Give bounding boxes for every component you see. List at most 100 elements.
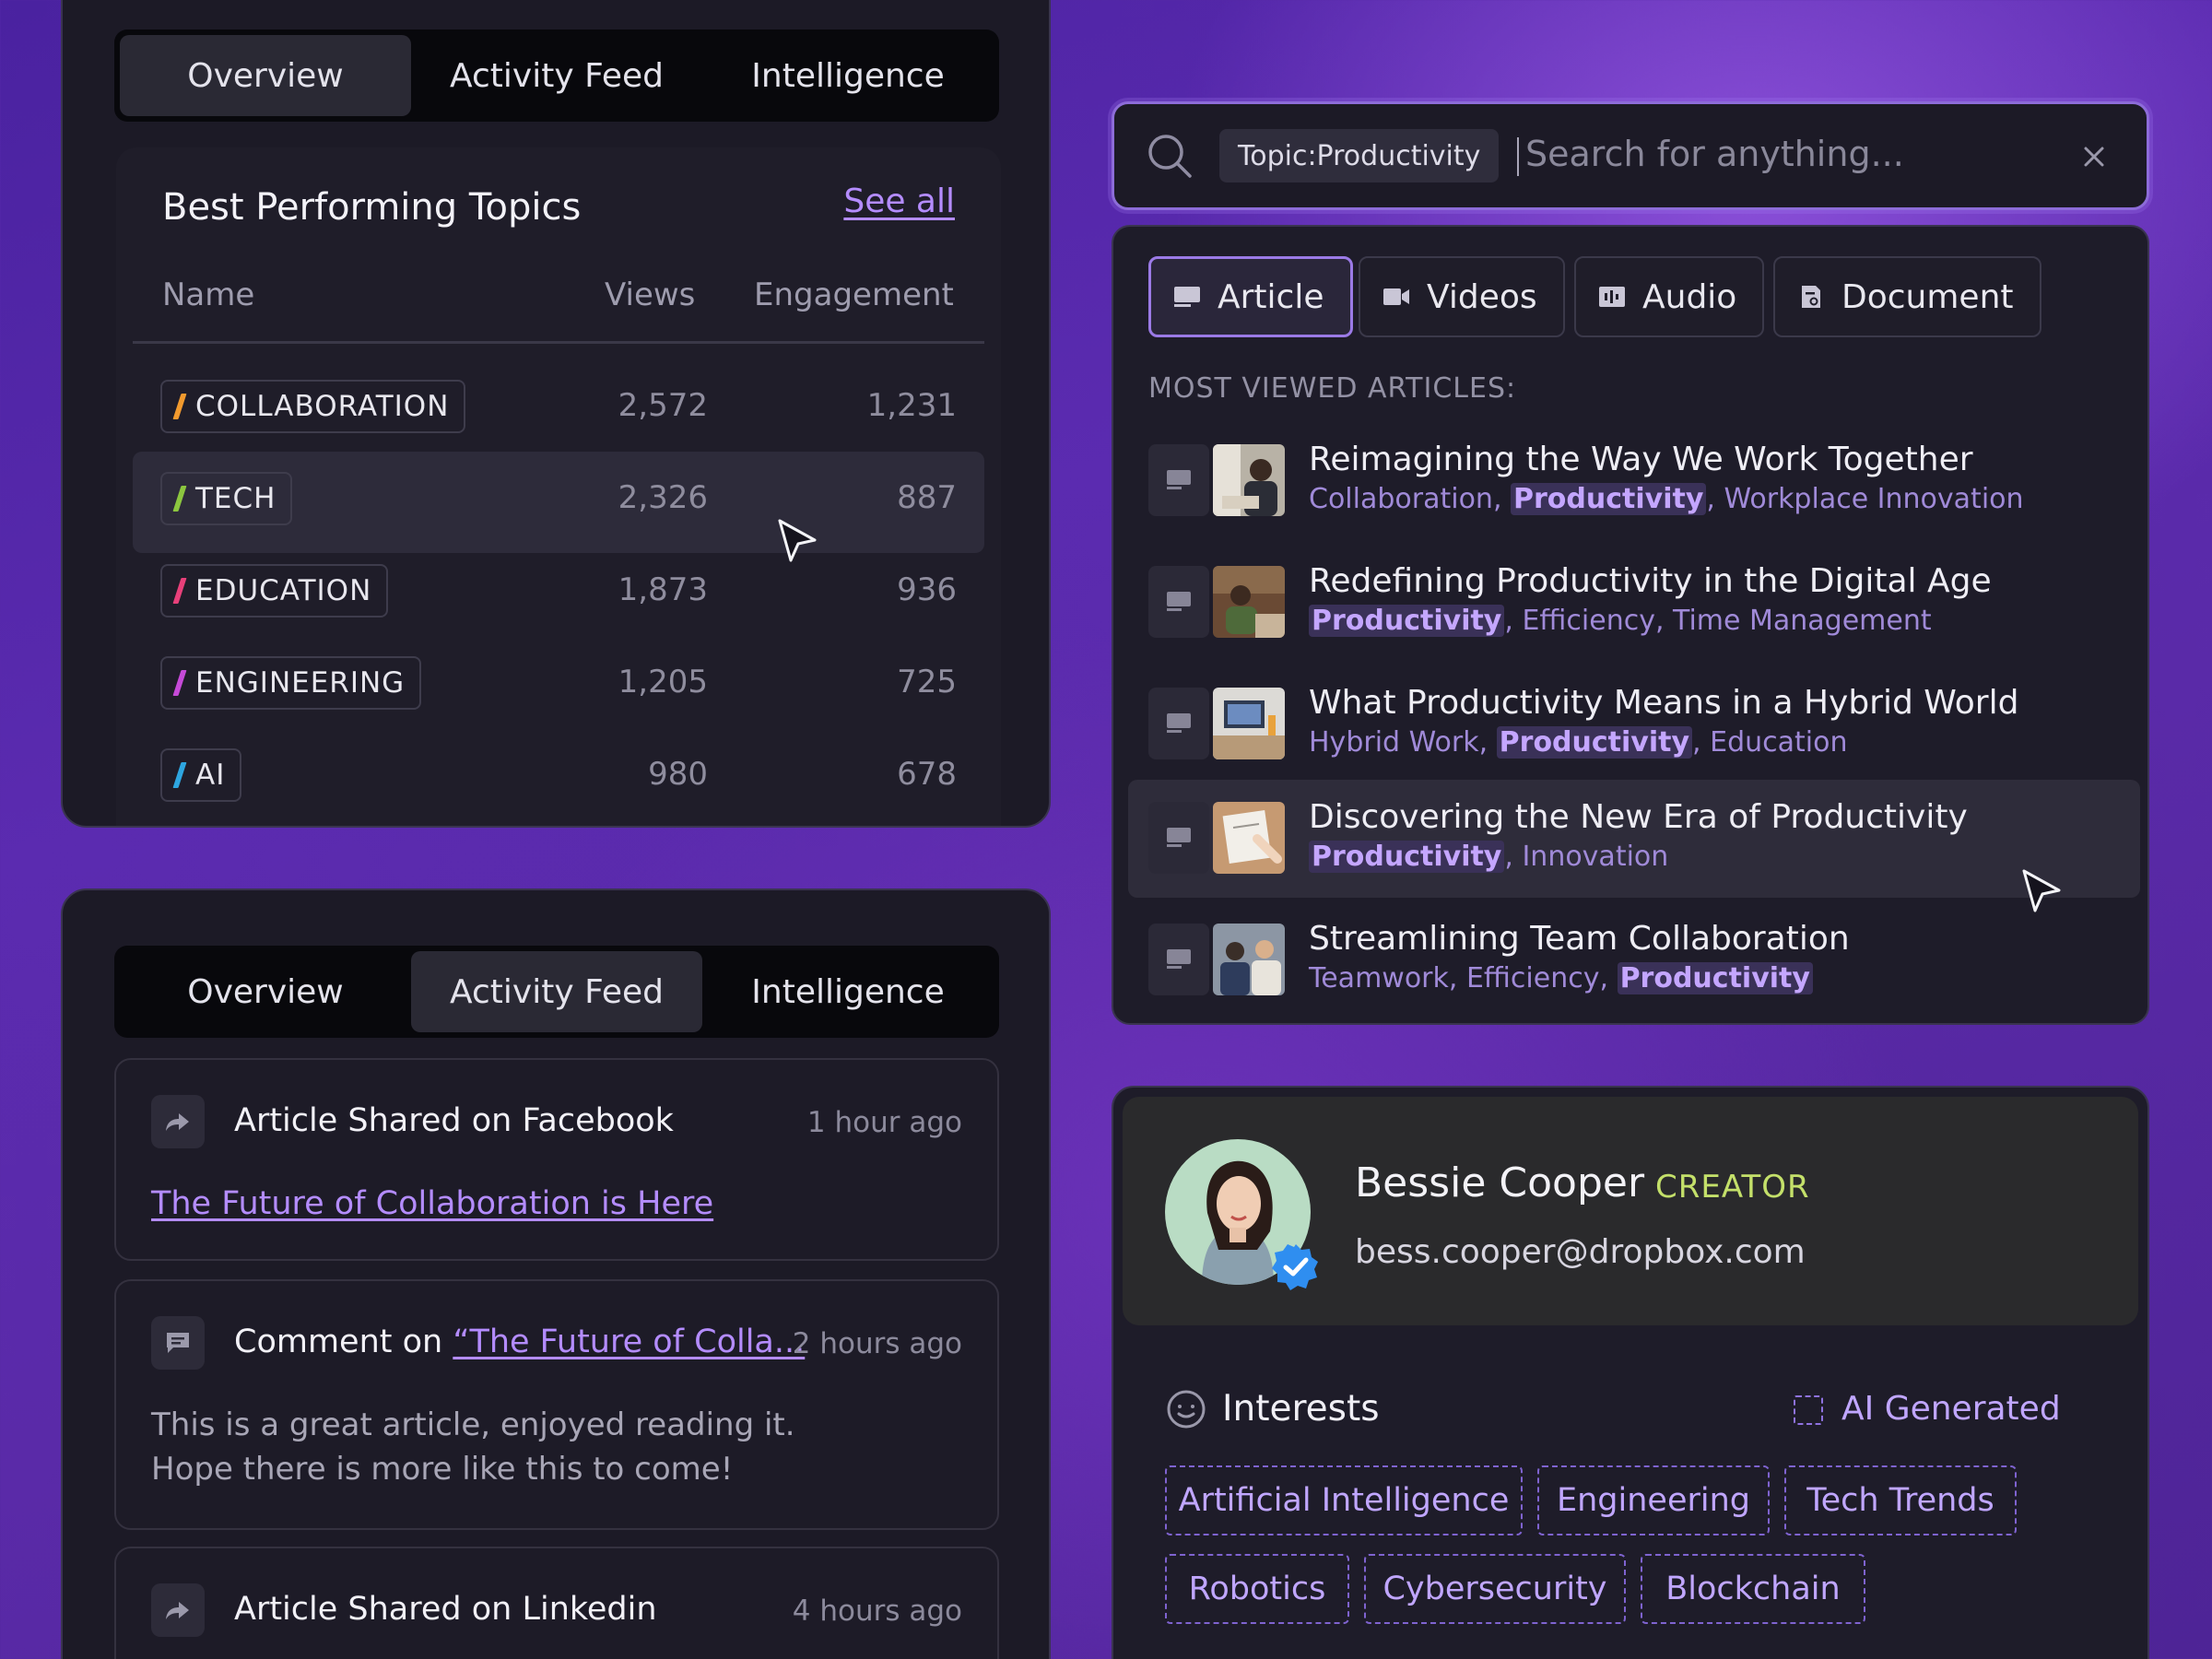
feed-time: 2 hours ago	[792, 1327, 962, 1360]
feed-time: 1 hour ago	[806, 1106, 962, 1139]
tag-color-mark	[172, 670, 187, 696]
topics-panel: Overview Activity Feed Intelligence Best…	[61, 0, 1051, 828]
interest-chip[interactable]: Cybersecurity	[1364, 1554, 1626, 1624]
engagement-value: 887	[897, 479, 957, 516]
topic-name: ENGINEERING	[195, 666, 406, 700]
article-title: Reimagining the Way We Work Together	[1309, 441, 1973, 478]
topic-name: TECH	[195, 482, 276, 515]
article-thumbnail	[1213, 688, 1285, 759]
feed-item: Article Shared on Linkedin 4 hours ago	[114, 1547, 999, 1659]
col-engagement: Engagement	[754, 276, 954, 313]
views-value: 980	[648, 756, 708, 793]
engagement-value: 936	[897, 571, 957, 608]
interest-chip[interactable]: Blockchain	[1641, 1554, 1865, 1624]
article-tag: Teamwork	[1309, 962, 1449, 994]
filter-article[interactable]: Article	[1148, 256, 1353, 337]
interest-chip[interactable]: Robotics	[1165, 1554, 1349, 1624]
tag-color-mark	[172, 578, 187, 604]
tag-color-mark	[172, 394, 187, 419]
topic-tag: COLLABORATION	[160, 380, 466, 433]
feed-title-prefix: Comment on	[234, 1324, 453, 1360]
list-item[interactable]: What Productivity Means in a Hybrid Worl…	[1128, 665, 2140, 783]
filter-document[interactable]: Document	[1773, 256, 2041, 337]
article-thumbnail	[1213, 924, 1285, 995]
article-tag: Productivity	[1617, 962, 1813, 994]
article-tag: Efficiency	[1465, 962, 1600, 994]
col-views: Views	[605, 276, 696, 313]
smile-icon	[1167, 1390, 1206, 1429]
search-input-divider	[1517, 137, 1519, 176]
list-item[interactable]: Discovering the New Era of Productivity …	[1128, 780, 2140, 898]
comment-text-line-2: Hope there is more like this to come!	[151, 1451, 734, 1488]
interest-chip[interactable]: Engineering	[1537, 1465, 1770, 1535]
filter-label: Videos	[1427, 277, 1537, 316]
topic-name: AI	[195, 759, 226, 792]
col-name: Name	[162, 276, 255, 313]
ai-generated-label: AI Generated	[1841, 1390, 2061, 1428]
article-icon	[1148, 444, 1209, 516]
tab-activity-feed[interactable]: Activity Feed	[411, 951, 702, 1032]
profile-header: Bessie Cooper CREATOR bess.cooper@dropbo…	[1123, 1097, 2138, 1325]
filter-label: Article	[1218, 277, 1324, 316]
article-tag: Collaboration	[1309, 483, 1493, 515]
search-bar[interactable]: Topic:Productivity Search for anything..…	[1112, 101, 2149, 210]
filter-audio[interactable]: Audio	[1574, 256, 1765, 337]
article-icon	[1148, 688, 1209, 759]
filter-label: Document	[1841, 277, 2014, 316]
tab-intelligence[interactable]: Intelligence	[702, 951, 994, 1032]
article-tag: Productivity	[1309, 841, 1505, 873]
list-item[interactable]: Streamlining Team Collaboration Teamwork…	[1128, 901, 2140, 1019]
interest-chip[interactable]: Tech Trends	[1784, 1465, 2017, 1535]
search-input[interactable]: Search for anything...	[1525, 134, 1904, 174]
search-results-panel: Article Videos Audio Document MOST VIEWE…	[1112, 225, 2149, 1025]
table-row[interactable]: TECH 2,326 887	[133, 452, 984, 553]
interest-chip[interactable]: Artificial Intelligence	[1165, 1465, 1523, 1535]
topic-tag: ENGINEERING	[160, 656, 422, 710]
article-link[interactable]: “The Future of Colla...	[453, 1324, 805, 1360]
tab-overview[interactable]: Overview	[120, 951, 411, 1032]
tab-overview[interactable]: Overview	[120, 35, 411, 116]
table-row[interactable]: EDUCATION 1,873 936	[133, 544, 984, 645]
table-row[interactable]: COLLABORATION 2,572 1,231	[133, 359, 984, 461]
article-tag: Productivity	[1511, 483, 1707, 515]
filter-videos[interactable]: Videos	[1359, 256, 1565, 337]
article-tags: Productivity, Innovation	[1309, 841, 1668, 873]
list-item[interactable]: Reimagining the Way We Work Together Col…	[1128, 422, 2140, 540]
list-item[interactable]: Redefining Productivity in the Digital A…	[1128, 544, 2140, 662]
feed-item: Comment on “The Future of Colla... 2 hou…	[114, 1279, 999, 1530]
topic-tag: TECH	[160, 472, 293, 525]
article-title: What Productivity Means in a Hybrid Worl…	[1309, 684, 2019, 722]
article-thumbnail	[1213, 566, 1285, 638]
article-icon	[1148, 566, 1209, 638]
filter-label: Audio	[1642, 277, 1737, 316]
article-tag: Innovation	[1522, 841, 1669, 873]
feed-title: Article Shared on Linkedin	[234, 1591, 657, 1628]
article-icon	[1174, 287, 1200, 307]
topic-name: COLLABORATION	[195, 390, 450, 423]
share-icon	[151, 1583, 205, 1637]
article-tag: Workplace Innovation	[1724, 483, 2024, 515]
engagement-value: 725	[897, 664, 957, 700]
feed-time: 4 hours ago	[792, 1594, 962, 1628]
article-link[interactable]: The Future of Collaboration is Here	[151, 1185, 713, 1222]
article-icon	[1148, 924, 1209, 995]
see-all-link[interactable]: See all	[843, 182, 955, 220]
article-title: Discovering the New Era of Productivity	[1309, 798, 1968, 836]
table-row[interactable]: ENGINEERING 1,205 725	[133, 636, 984, 737]
table-row[interactable]: AI 980 678	[133, 728, 984, 826]
profile-email[interactable]: bess.cooper@dropbox.com	[1355, 1233, 1806, 1271]
search-topic-chip[interactable]: Topic:Productivity	[1219, 129, 1500, 182]
tab-intelligence[interactable]: Intelligence	[702, 35, 994, 116]
comment-text-line-1: This is a great article, enjoyed reading…	[151, 1406, 795, 1443]
audio-icon	[1599, 287, 1625, 307]
engagement-value: 678	[897, 756, 957, 793]
tab-bar: Overview Activity Feed Intelligence	[114, 29, 999, 122]
interests-heading: Interests	[1222, 1388, 1380, 1430]
article-tags: Teamwork, Efficiency, Productivity	[1309, 962, 1813, 994]
mouse-cursor-icon	[778, 519, 817, 562]
verified-badge-icon	[1272, 1244, 1318, 1290]
feed-title: Article Shared on Facebook	[234, 1102, 674, 1139]
close-icon[interactable]	[2082, 145, 2106, 169]
most-viewed-heading: MOST VIEWED ARTICLES:	[1148, 372, 1517, 405]
tab-activity-feed[interactable]: Activity Feed	[411, 35, 702, 116]
